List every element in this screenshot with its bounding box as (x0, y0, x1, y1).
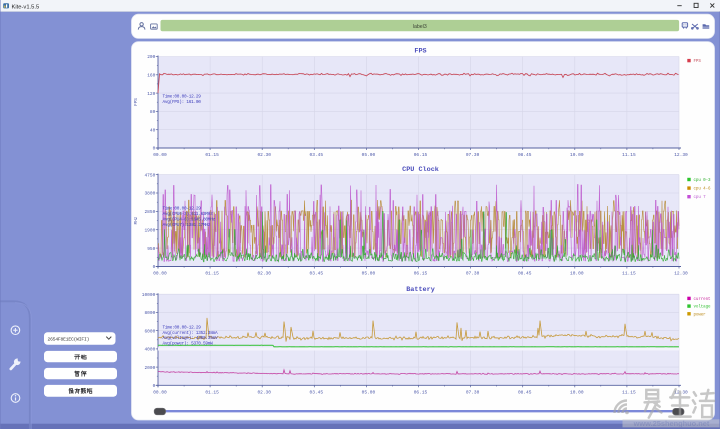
svg-text:02.30: 02.30 (257, 271, 271, 277)
svg-text:6000: 6000 (144, 328, 155, 334)
svg-text:03.45: 03.45 (310, 271, 324, 277)
svg-text:0: 0 (153, 264, 156, 270)
svg-text:06.15: 06.15 (414, 271, 428, 277)
svg-text:06.15: 06.15 (414, 152, 428, 158)
svg-text:00.00: 00.00 (153, 389, 167, 395)
svg-text:08.45: 08.45 (518, 389, 532, 395)
svg-text:03.45: 03.45 (310, 389, 324, 395)
svg-text:4000: 4000 (144, 347, 155, 353)
svg-text:power: power (694, 313, 707, 317)
svg-text:Avg(CPU0-3):611.63MHz: Avg(CPU0-3):611.63MHz (163, 212, 214, 217)
svg-text:FPS: FPS (134, 98, 139, 106)
svg-text:cpu 7: cpu 7 (694, 196, 707, 200)
svg-text:05.00: 05.00 (362, 271, 376, 277)
svg-text:2654F8E1EC(WIFI): 2654F8E1EC(WIFI) (48, 337, 90, 343)
svg-text:FPS: FPS (694, 60, 702, 64)
svg-text:08.45: 08.45 (518, 152, 532, 158)
svg-text:11.15: 11.15 (622, 389, 636, 395)
svg-text:200: 200 (147, 54, 155, 60)
svg-text:11.15: 11.15 (622, 152, 636, 158)
svg-text:MHz: MHz (134, 216, 139, 224)
svg-text:02.30: 02.30 (257, 152, 271, 158)
svg-text:02.30: 02.30 (257, 389, 271, 395)
svg-text:10000: 10000 (142, 292, 156, 298)
svg-text:05.00: 05.00 (362, 152, 376, 158)
svg-text:06.15: 06.15 (414, 389, 428, 395)
svg-text:2000: 2000 (144, 365, 155, 371)
svg-text:120: 120 (147, 91, 155, 97)
svg-text:Battery: Battery (406, 286, 435, 294)
svg-text:Avg(FPS): 161.00: Avg(FPS): 161.00 (163, 100, 202, 105)
svg-text:03.45: 03.45 (310, 152, 324, 158)
svg-text:80: 80 (150, 109, 156, 115)
svg-text:07.30: 07.30 (466, 389, 480, 395)
svg-text:2850: 2850 (144, 209, 155, 215)
svg-text:01.15: 01.15 (205, 152, 219, 158)
svg-text:12.30: 12.30 (674, 152, 688, 158)
svg-text:8000: 8000 (144, 310, 155, 316)
svg-text:current: current (694, 298, 711, 302)
svg-text:0: 0 (153, 383, 156, 389)
svg-text:10.00: 10.00 (570, 389, 584, 395)
svg-text:Time:00.00-12.29: Time:00.00-12.29 (163, 95, 202, 100)
svg-text:www.25shenghuo.net: www.25shenghuo.net (633, 419, 710, 428)
svg-text:0: 0 (153, 146, 156, 152)
svg-text:CPU Clock: CPU Clock (402, 166, 439, 174)
svg-text:Time:00.00-12.29: Time:00.00-12.29 (163, 206, 202, 211)
svg-text:cpu 0-3: cpu 0-3 (694, 179, 711, 183)
svg-text:07.30: 07.30 (466, 271, 480, 277)
svg-text:01.15: 01.15 (205, 271, 219, 277)
svg-text:10.00: 10.00 (570, 271, 584, 277)
svg-text:Avg(power): 5370.59mW: Avg(power): 5370.59mW (163, 341, 214, 346)
svg-text:160: 160 (147, 73, 155, 79)
svg-text:00.00: 00.00 (153, 271, 167, 277)
svg-text:12.30: 12.30 (674, 271, 688, 277)
svg-text:05.00: 05.00 (362, 389, 376, 395)
svg-text:Avg(CPU7):1381.17MHz: Avg(CPU7):1381.17MHz (163, 223, 211, 228)
svg-text:4750: 4750 (144, 172, 155, 178)
svg-text:950: 950 (147, 246, 155, 252)
svg-text:1900: 1900 (144, 227, 155, 233)
svg-text:Kite-v1.5.5: Kite-v1.5.5 (12, 4, 40, 10)
svg-text:40: 40 (150, 127, 156, 133)
svg-text:00.00: 00.00 (153, 152, 167, 158)
svg-text:01.15: 01.15 (205, 389, 219, 395)
svg-text:07.30: 07.30 (466, 152, 480, 158)
svg-text:3800: 3800 (144, 191, 155, 197)
svg-text:08.45: 08.45 (518, 271, 532, 277)
svg-text:Avg(CPU4-6):1645.80MHz: Avg(CPU4-6):1645.80MHz (163, 217, 216, 222)
svg-text:FPS: FPS (414, 48, 426, 56)
svg-text:11.15: 11.15 (622, 271, 636, 277)
svg-text:voltage: voltage (694, 305, 711, 310)
svg-text:label3: label3 (413, 24, 427, 30)
svg-text:10.00: 10.00 (570, 152, 584, 158)
svg-text:cpu 4-6: cpu 4-6 (694, 188, 711, 192)
